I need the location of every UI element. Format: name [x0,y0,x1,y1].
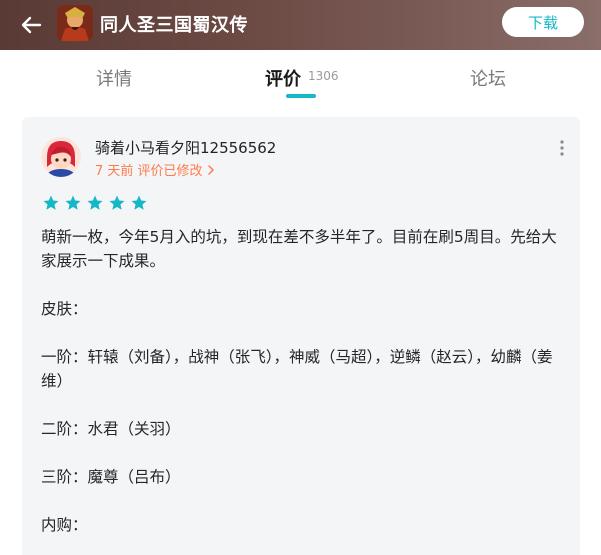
back-arrow-icon[interactable] [18,11,46,39]
app-title: 同人圣三国蜀汉传 [100,15,248,36]
review-paragraph: 三阶：魔尊（吕布） [41,468,181,486]
rating-stars [42,194,148,212]
tab-bar: 详情 评价 1306 论坛 [0,50,601,102]
star-icon [65,195,81,210]
reviewer-name[interactable]: 骑着小马看夕阳12556562 [95,137,276,158]
tab-review[interactable]: 评价 [265,65,301,91]
review-count-badge: 1306 [308,69,339,83]
review-meta-link[interactable]: 7 天前 评价已修改 [95,160,216,179]
review-card: 骑着小马看夕阳12556562 7 天前 评价已修改 萌新一枚，今年5月入的坑，… [22,117,580,555]
review-paragraph: 二阶：水君（关羽） [41,420,181,438]
star-icon [109,195,125,210]
star-icon [131,195,147,210]
star-icon [87,195,103,210]
avatar[interactable] [41,137,81,177]
review-meta-text: 7 天前 评价已修改 [95,164,203,179]
review-paragraph: 皮肤： [41,300,88,318]
review-paragraph: 内购： [41,516,88,534]
review-paragraph: 一阶：轩辕（刘备），战神（张飞），神威（马超），逆鳞（赵云），幼麟（姜维） [41,348,553,390]
app-header: 同人圣三国蜀汉传 下载 [0,0,601,50]
download-button[interactable]: 下载 [502,7,584,37]
review-content: 萌新一枚，今年5月入的坑，到现在差不多半年了。目前在刷5周目。先给大家展示一下成… [41,225,561,537]
app-icon [57,5,93,41]
more-options-icon[interactable] [555,138,569,158]
review-paragraph: 萌新一枚，今年5月入的坑，到现在差不多半年了。目前在刷5周目。先给大家展示一下成… [41,228,557,270]
star-icon [43,195,59,210]
active-tab-indicator [286,94,316,98]
tab-forum[interactable]: 论坛 [470,65,506,91]
chevron-right-icon [207,164,214,175]
tab-detail[interactable]: 详情 [96,65,132,91]
